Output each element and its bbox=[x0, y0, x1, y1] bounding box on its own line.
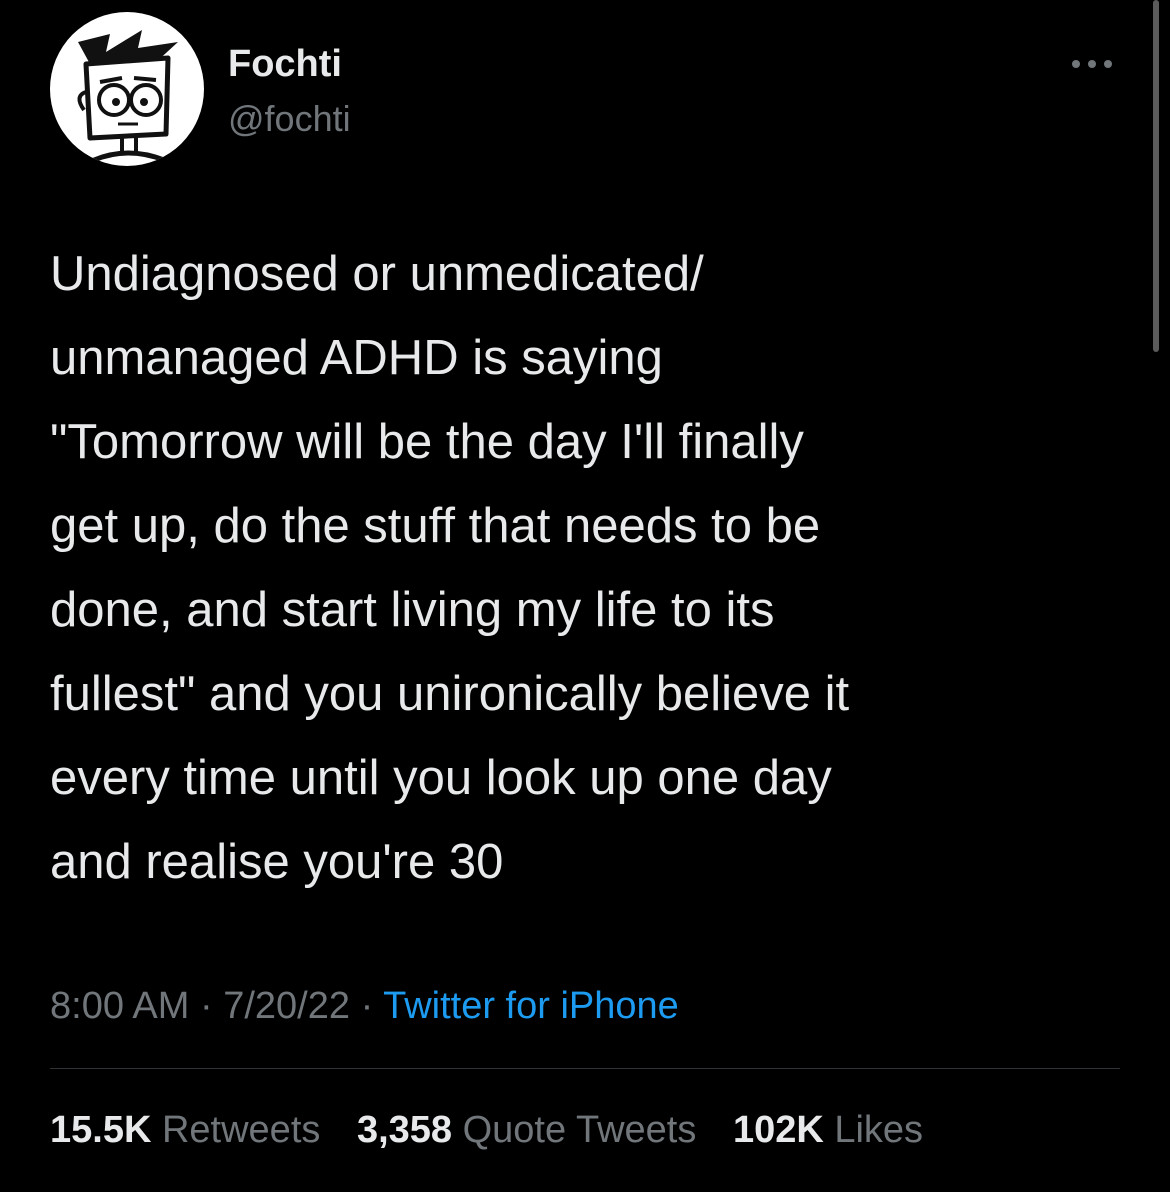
retweets-stat[interactable]: 15.5K Retweets bbox=[50, 1104, 320, 1156]
tweet-text: Undiagnosed or unmedicated/ unmanaged AD… bbox=[50, 247, 850, 889]
divider bbox=[50, 1068, 1120, 1069]
retweets-count: 15.5K bbox=[50, 1109, 152, 1151]
tweet-meta: 8:00 AM · 7/20/22 · Twitter for iPhone bbox=[50, 980, 679, 1032]
retweets-label: Retweets bbox=[161, 1109, 321, 1151]
engagement-stats: 15.5K Retweets 3,358 Quote Tweets 102K L… bbox=[50, 1104, 949, 1156]
likes-stat[interactable]: 102K Likes bbox=[733, 1104, 923, 1156]
tweet-date[interactable]: 7/20/22 bbox=[223, 985, 350, 1027]
quote-tweets-stat[interactable]: 3,358 Quote Tweets bbox=[357, 1104, 696, 1156]
meta-separator: · bbox=[199, 985, 213, 1027]
author-avatar[interactable] bbox=[50, 12, 204, 166]
quote-tweets-count: 3,358 bbox=[356, 1109, 453, 1151]
more-horizontal-icon bbox=[1072, 60, 1112, 68]
likes-label: Likes bbox=[834, 1109, 924, 1151]
cartoon-face-avatar-icon bbox=[77, 30, 178, 163]
author-display-name[interactable]: Fochti bbox=[228, 40, 342, 88]
likes-count: 102K bbox=[732, 1109, 824, 1151]
tweet-time[interactable]: 8:00 AM bbox=[50, 985, 189, 1027]
author-handle[interactable]: @fochti bbox=[228, 96, 351, 142]
more-options-button[interactable] bbox=[1062, 44, 1122, 84]
quote-tweets-label: Quote Tweets bbox=[462, 1109, 697, 1151]
scrollbar[interactable] bbox=[1153, 0, 1159, 352]
meta-separator: · bbox=[360, 985, 374, 1027]
tweet-source-link[interactable]: Twitter for iPhone bbox=[383, 985, 679, 1027]
